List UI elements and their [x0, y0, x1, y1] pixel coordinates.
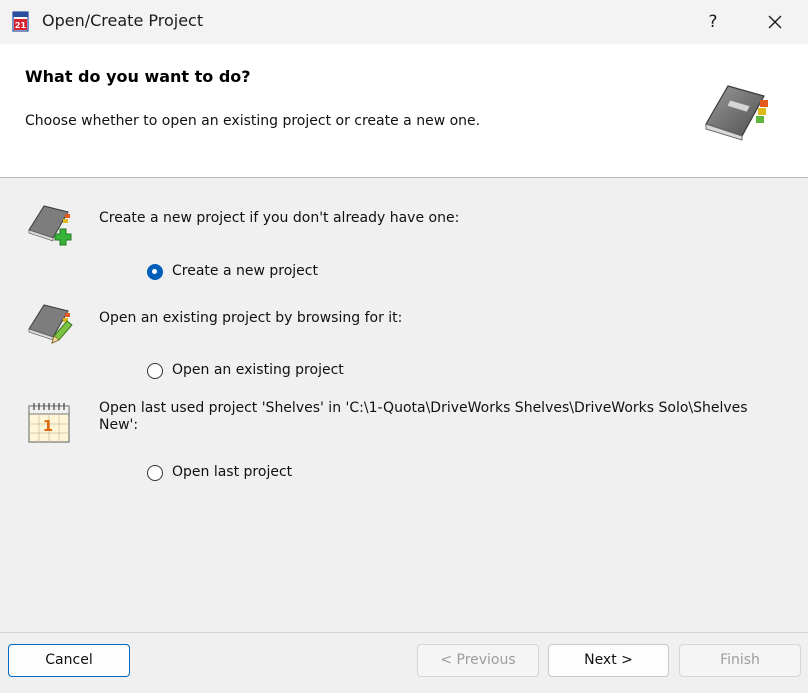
calendar-day-text: 1 [43, 417, 53, 435]
radio-button-unselected[interactable] [147, 363, 163, 379]
title-bar: 21 Open/Create Project ? [0, 0, 808, 44]
calendar-icon: 1 [28, 403, 70, 443]
project-book-icon [705, 85, 768, 141]
close-icon[interactable] [752, 4, 798, 40]
radio-button-selected[interactable] [147, 264, 163, 280]
previous-button[interactable]: < Previous [417, 644, 539, 677]
radio-button-unselected[interactable] [147, 465, 163, 481]
header-title: What do you want to do? [25, 67, 251, 86]
radio-label-create-new[interactable]: Create a new project [172, 263, 318, 279]
option-new-description: Create a new project if you don't alread… [99, 210, 460, 226]
app-icon-text: 21 [15, 21, 27, 30]
cancel-button[interactable]: Cancel [8, 644, 130, 677]
wizard-header: What do you want to do? Choose whether t… [0, 44, 808, 178]
header-subtitle: Choose whether to open an existing proje… [25, 113, 481, 129]
help-button[interactable]: ? [690, 4, 736, 40]
next-button[interactable]: Next > [548, 644, 669, 677]
window-title: Open/Create Project [42, 11, 204, 30]
option-last-description: Open last used project 'Shelves' in 'C:\… [99, 400, 748, 433]
finish-button[interactable]: Finish [679, 644, 801, 677]
radio-label-open-existing[interactable]: Open an existing project [172, 362, 344, 378]
book-edit-icon [28, 304, 73, 344]
radio-label-open-last[interactable]: Open last project [172, 464, 292, 480]
option-open-description: Open an existing project by browsing for… [99, 310, 403, 326]
app-icon: 21 [12, 11, 29, 32]
book-add-icon [28, 205, 72, 246]
